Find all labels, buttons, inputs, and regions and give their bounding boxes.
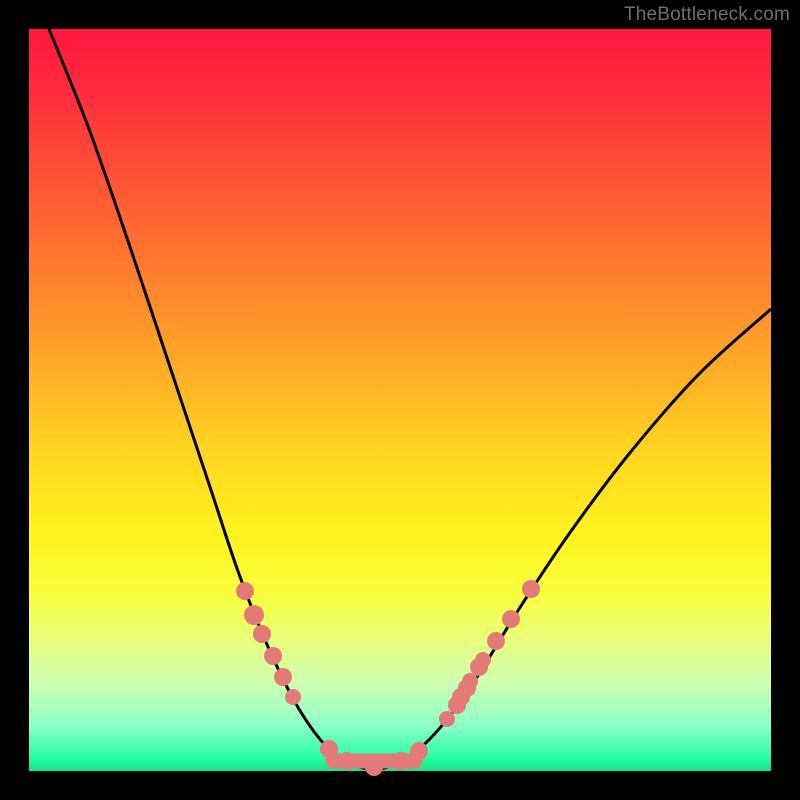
marker-dot (264, 647, 282, 665)
marker-dot (253, 625, 271, 643)
marker-dot (244, 605, 264, 625)
marker-dot (487, 632, 505, 650)
marker-dot (392, 752, 410, 770)
marker-dot (439, 711, 455, 727)
marker-dot (475, 652, 491, 668)
marker-dot (462, 673, 478, 689)
marker-dot (236, 582, 254, 600)
marker-dot (410, 742, 428, 760)
marker-dot (285, 689, 301, 705)
bottleneck-curve (49, 29, 771, 769)
marker-dot (338, 752, 356, 770)
chart-container: TheBottleneck.com (0, 0, 800, 800)
marker-dot (522, 580, 540, 598)
marker-dot (365, 758, 383, 776)
marker-dot (274, 668, 292, 686)
watermark-text: TheBottleneck.com (624, 4, 790, 26)
curve-svg (29, 29, 771, 771)
marker-dot (502, 610, 520, 628)
marker-dot (320, 740, 338, 758)
marker-dot-layer (236, 580, 540, 776)
plot-area (29, 29, 771, 771)
